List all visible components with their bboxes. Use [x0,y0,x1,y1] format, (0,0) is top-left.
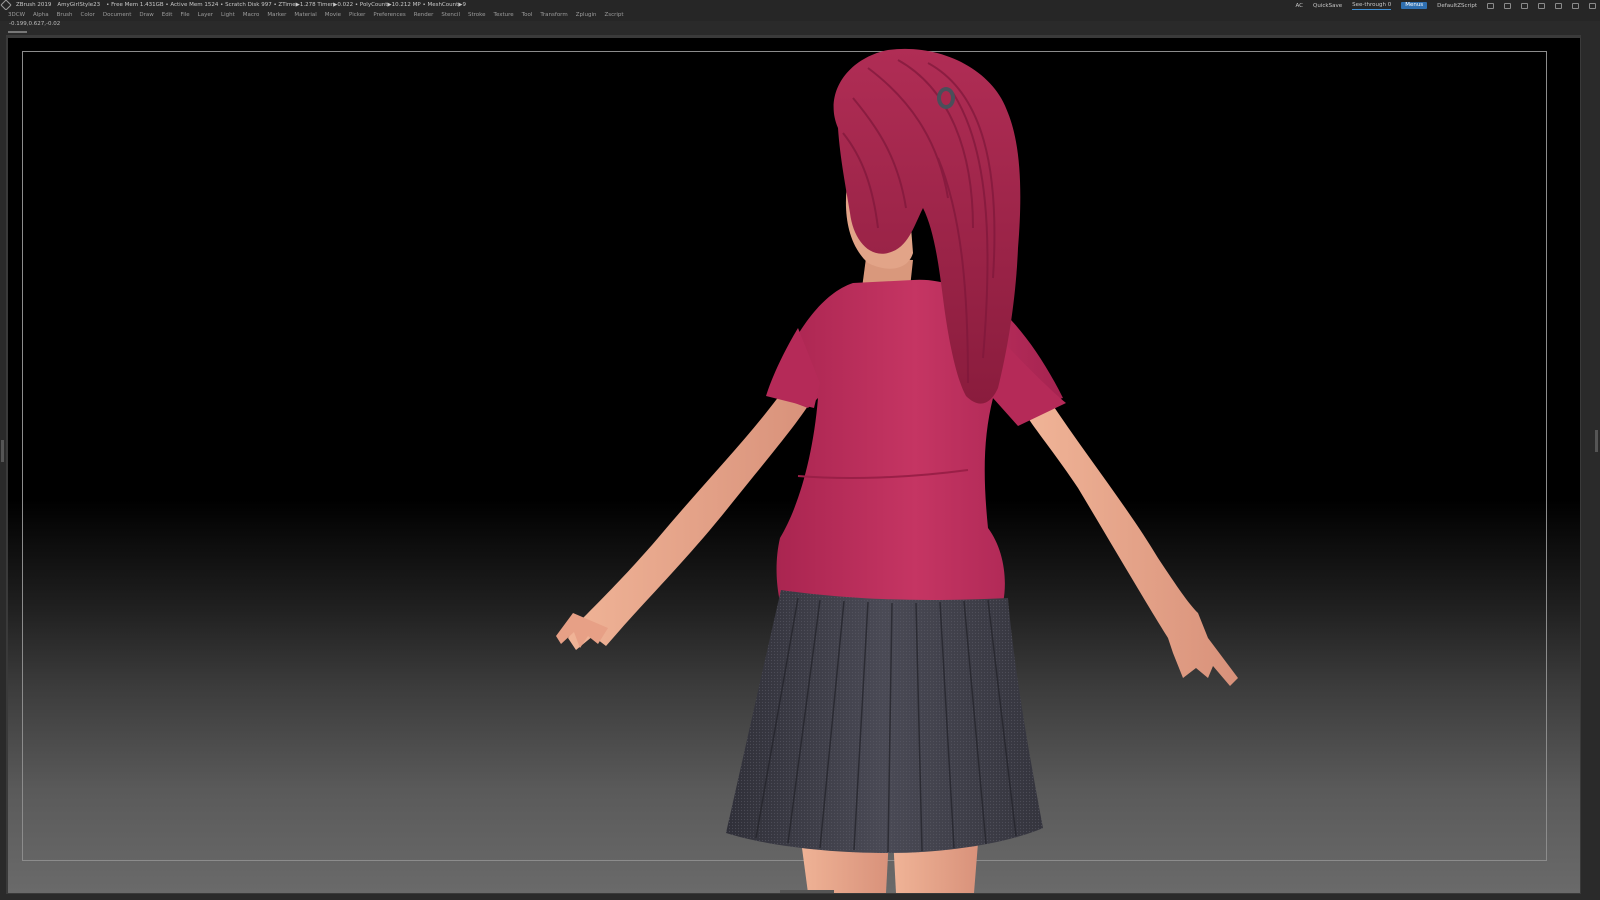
menus-toggle-button[interactable]: Menus [1401,2,1428,9]
menu-stencil[interactable]: Stencil [441,10,460,21]
left-arm [568,368,813,650]
menu-color[interactable]: Color [81,10,95,21]
right-arm [1028,398,1238,686]
skirt-texture [726,590,1043,853]
status-stats: • Free Mem 1.431GB • Active Mem 1524 • S… [106,2,466,8]
menu-picker[interactable]: Picker [349,10,365,21]
cursor-coordinates: -0.199,0.627,-0.02 [9,21,61,27]
close-icon[interactable] [1589,2,1596,9]
help-icon[interactable] [1504,2,1511,9]
menu-layer[interactable]: Layer [198,10,213,21]
menu-zplugin[interactable]: Zplugin [576,10,597,21]
right-tray-handle[interactable] [1595,430,1598,452]
menu-movie[interactable]: Movie [325,10,341,21]
ac-button[interactable]: AC [1296,1,1304,11]
menu-document[interactable]: Document [103,10,132,21]
app-name: ZBrush 2019 [16,2,52,8]
menu-bar: 3DCW Alpha Brush Color Document Draw Edi… [0,10,1600,21]
minimize-icon[interactable] [1555,2,1562,9]
menu-stroke[interactable]: Stroke [468,10,486,21]
lock-icon[interactable] [1538,2,1545,9]
menu-render[interactable]: Render [414,10,434,21]
character-model [556,48,1238,893]
menu-light[interactable]: Light [221,10,235,21]
menu-draw[interactable]: Draw [139,10,153,21]
menu-marker[interactable]: Marker [267,10,286,21]
menu-texture[interactable]: Texture [494,10,514,21]
bottom-tray-handle[interactable] [780,890,834,893]
ui-toggle-icon[interactable] [1521,2,1528,9]
menu-tool[interactable]: Tool [522,10,533,21]
shirt [768,279,1063,613]
progress-bar [8,31,27,33]
layout-icon[interactable] [1487,2,1494,9]
menu-transform[interactable]: Transform [540,10,567,21]
menu-edit[interactable]: Edit [162,10,173,21]
title-bar: ZBrush 2019 AmyGirlStyle23 • Free Mem 1.… [0,0,1600,11]
maximize-icon[interactable] [1572,2,1579,9]
menu-file[interactable]: File [180,10,189,21]
document-name: AmyGirlStyle23 [57,2,101,8]
menu-preferences[interactable]: Preferences [373,10,405,21]
menu-macro[interactable]: Macro [243,10,260,21]
left-tray-handle[interactable] [1,440,4,462]
menu-zscript[interactable]: Zscript [604,10,623,21]
quicksave-button[interactable]: QuickSave [1313,1,1342,11]
script-name[interactable]: DefaultZScript [1437,1,1477,11]
document-canvas[interactable] [8,38,1580,893]
menu-material[interactable]: Material [294,10,316,21]
